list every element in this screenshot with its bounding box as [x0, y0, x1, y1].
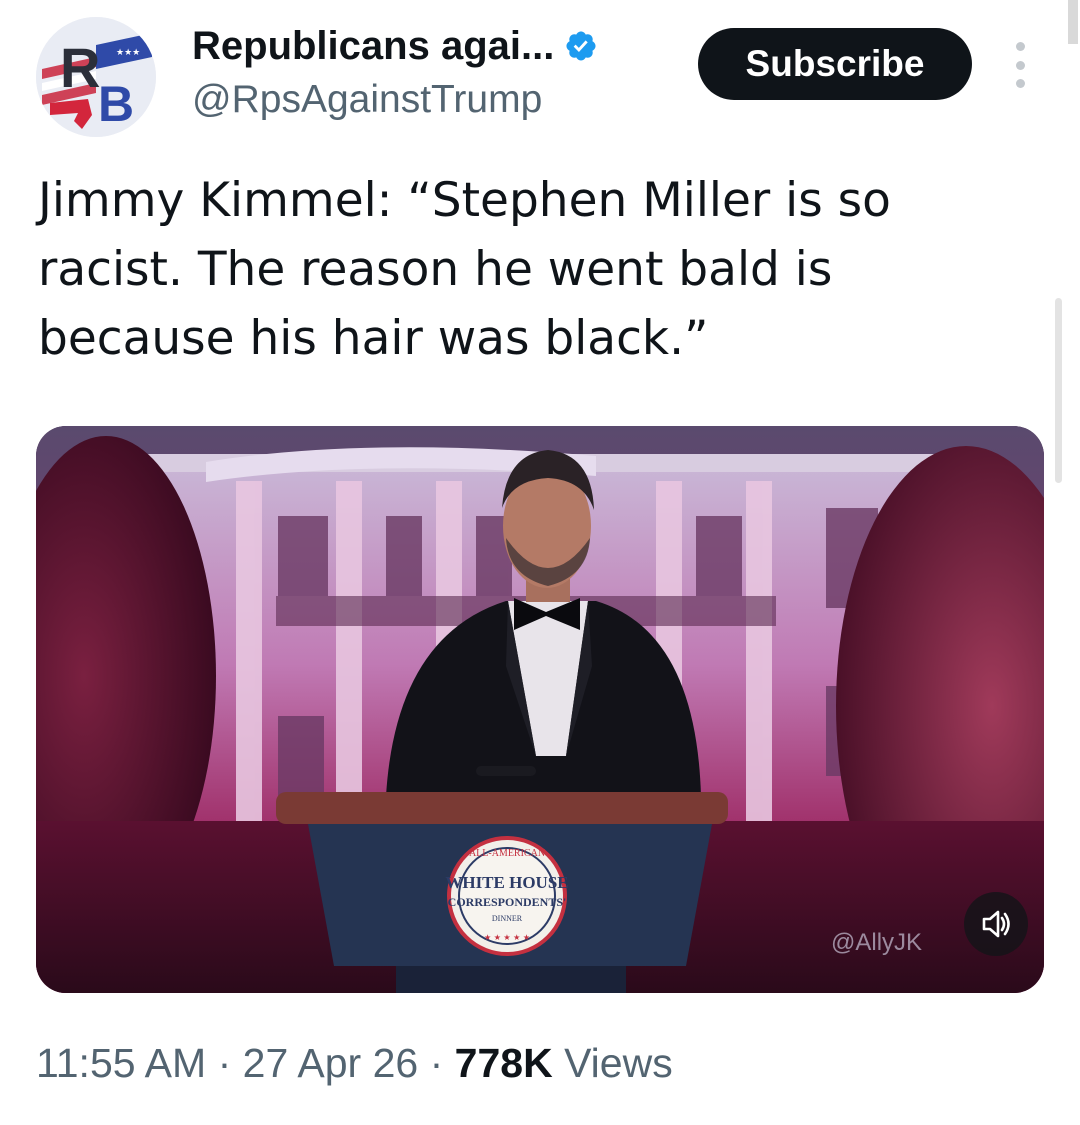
author-name-row[interactable]: Republicans agai... — [192, 20, 598, 72]
avatar-letter-b: B — [98, 76, 134, 132]
seal-line-white-house: WHITE HOUSE — [445, 873, 568, 892]
svg-text:★ ★ ★ ★ ★: ★ ★ ★ ★ ★ — [484, 933, 530, 942]
avatar-letter-r: R — [60, 36, 100, 99]
tweet-time[interactable]: 11:55 AM — [36, 1040, 206, 1086]
seal-top-text: ALL-AMERICAN — [469, 848, 545, 859]
vertical-ellipsis-icon[interactable] — [1008, 42, 1032, 88]
views-count[interactable]: 778K — [455, 1040, 553, 1086]
views-label[interactable]: Views — [564, 1040, 673, 1086]
tweet-text: Jimmy Kimmel: “Stephen Miller is so raci… — [38, 173, 891, 366]
speaker-muted-icon — [982, 910, 1010, 938]
volume-button[interactable] — [964, 892, 1028, 956]
video-watermark: @AllyJK — [831, 929, 923, 956]
seal-line-correspondents: CORRESPONDENTS' — [448, 895, 567, 909]
seal-line-dinner: DINNER — [492, 914, 523, 923]
video-frame: ALL-AMERICAN WHITE HOUSE CORRESPONDENTS'… — [36, 426, 1044, 993]
svg-text:★★★: ★★★ — [116, 48, 140, 58]
tweet-meta: 11:55 AM · 27 Apr 26 · 778K Views — [36, 1036, 673, 1090]
tweet-date[interactable]: 27 Apr 26 — [243, 1040, 419, 1086]
author-handle[interactable]: @RpsAgainstTrump — [192, 76, 542, 124]
subscribe-button[interactable]: Subscribe — [698, 28, 972, 100]
window-edge-bar — [1068, 0, 1078, 44]
rb-monogram-logo: ★★★ R B — [36, 17, 156, 137]
author-display-name[interactable]: Republicans agai... — [192, 20, 554, 72]
author-avatar[interactable]: ★★★ R B — [36, 17, 156, 137]
meta-separator: · — [217, 1040, 232, 1086]
scrollbar-thumb[interactable] — [1055, 298, 1062, 483]
video-player[interactable]: ALL-AMERICAN WHITE HOUSE CORRESPONDENTS'… — [36, 426, 1044, 993]
meta-separator: · — [429, 1040, 444, 1086]
verified-badge-icon[interactable] — [564, 29, 598, 63]
